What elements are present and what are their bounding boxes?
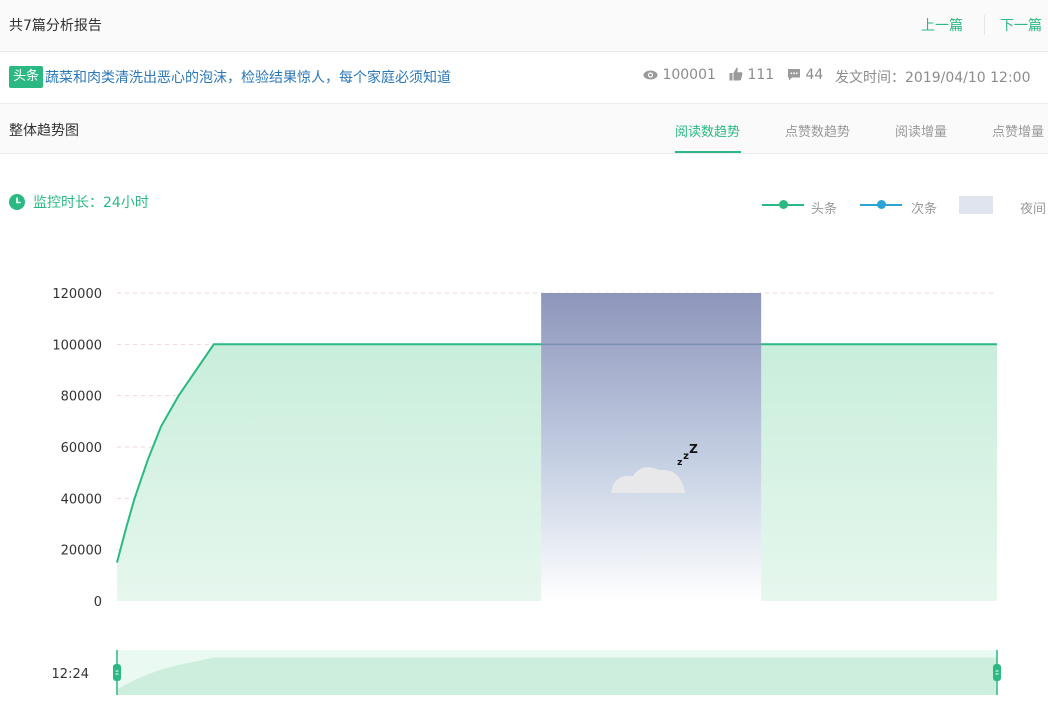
trend-chart: zzZ 120000100000800006000040000200000 12… (52, 287, 1001, 695)
y-tick-label: 0 (94, 595, 102, 610)
y-tick-label: 80000 (61, 390, 102, 405)
zoom-start-label: 12:24 (52, 667, 89, 682)
sleep-z-icon: Z (689, 442, 698, 456)
zoom-preview-area (117, 657, 997, 695)
night-band (541, 293, 762, 601)
y-tick-label: 100000 (52, 338, 102, 353)
sleep-z-icon: z (677, 458, 682, 468)
y-tick-label: 20000 (61, 544, 102, 559)
y-tick-label: 120000 (52, 287, 102, 302)
zoom-handle-grip (993, 664, 1001, 681)
y-tick-label: 60000 (61, 441, 102, 456)
zoom-handle-grip (113, 664, 121, 681)
y-tick-label: 40000 (61, 492, 102, 507)
